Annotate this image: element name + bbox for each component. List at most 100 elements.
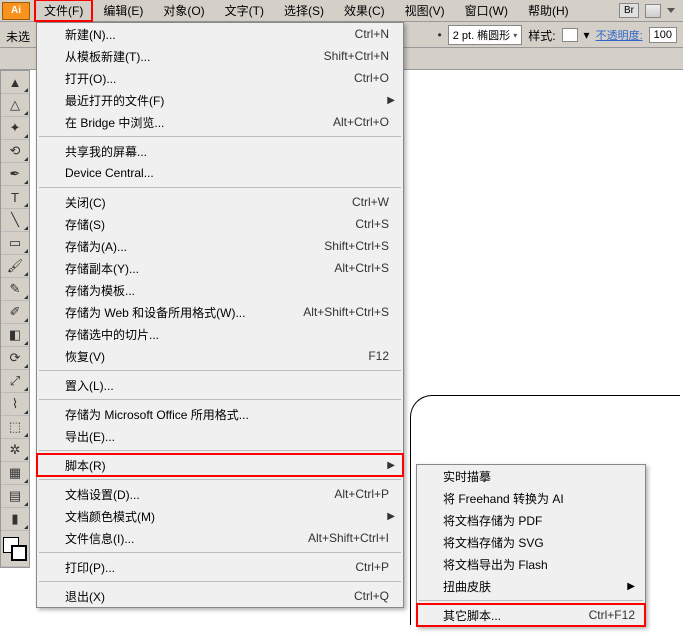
menu-item-label: 导出(E)... <box>65 428 395 445</box>
menu-item-label: 文档颜色模式(M) <box>65 508 383 525</box>
menu-item[interactable]: 导出(E)... <box>37 425 403 447</box>
menu-item-shortcut: Alt+Ctrl+O <box>333 115 395 129</box>
menu-item-label: 存储为模板... <box>65 282 395 299</box>
graph-tool[interactable]: ▦ <box>1 462 29 485</box>
menu-item[interactable]: 在 Bridge 中浏览...Alt+Ctrl+O <box>37 111 403 133</box>
menu-item-shortcut: Ctrl+S <box>355 217 395 231</box>
menu-视图v[interactable]: 视图(V) <box>395 0 455 22</box>
menu-item-label: 存储为 Web 和设备所用格式(W)... <box>65 304 303 321</box>
blob-brush-tool[interactable]: ✐ <box>1 301 29 324</box>
menu-文件f[interactable]: 文件(F) <box>34 0 93 22</box>
menu-item[interactable]: 文档设置(D)...Alt+Ctrl+P <box>37 483 403 505</box>
app-icon: Ai <box>2 2 30 20</box>
menu-窗口w[interactable]: 窗口(W) <box>455 0 518 22</box>
bridge-icon[interactable]: Br <box>619 3 639 18</box>
menu-separator <box>419 600 643 601</box>
menu-item[interactable]: 文档颜色模式(M)▶ <box>37 505 403 527</box>
workspace-dropdown-icon[interactable] <box>667 8 675 13</box>
menu-item-shortcut: Alt+Ctrl+P <box>334 487 395 501</box>
menu-item[interactable]: 新建(N)...Ctrl+N <box>37 23 403 45</box>
style-swatch[interactable] <box>562 28 578 42</box>
menu-item[interactable]: 存储为 Microsoft Office 所用格式... <box>37 403 403 425</box>
menu-separator <box>39 370 401 371</box>
menu-编辑e[interactable]: 编辑(E) <box>93 0 153 22</box>
menu-item-label: 置入(L)... <box>65 377 395 394</box>
stroke-weight-dropdown[interactable]: 2 pt. 椭圆形▾ <box>448 25 522 45</box>
menu-item-shortcut: Ctrl+O <box>354 71 395 85</box>
submenu-item-label: 将文档存储为 PDF <box>443 512 635 529</box>
menu-item[interactable]: 脚本(R)▶ <box>37 454 403 476</box>
pencil-tool[interactable]: ✎ <box>1 278 29 301</box>
paintbrush-tool[interactable]: 🖌 <box>1 255 29 278</box>
submenu-item-label: 将文档存储为 SVG <box>443 534 635 551</box>
menu-文字t[interactable]: 文字(T) <box>215 0 274 22</box>
menu-item[interactable]: 最近打开的文件(F)▶ <box>37 89 403 111</box>
menu-item[interactable]: 退出(X)Ctrl+Q <box>37 585 403 607</box>
menu-item-label: 存储选中的切片... <box>65 326 395 343</box>
menu-对象o[interactable]: 对象(O) <box>153 0 214 22</box>
menu-item[interactable]: 置入(L)... <box>37 374 403 396</box>
submenu-item[interactable]: 将文档导出为 Flash <box>417 553 645 575</box>
style-caret-icon[interactable]: ▾ <box>584 28 590 42</box>
menu-效果c[interactable]: 效果(C) <box>334 0 395 22</box>
submenu-arrow-icon: ▶ <box>383 95 395 106</box>
rotate-tool[interactable]: ⟳ <box>1 347 29 370</box>
menu-item-label: 存储副本(Y)... <box>65 260 334 277</box>
submenu-item[interactable]: 扭曲皮肤▶ <box>417 575 645 597</box>
submenu-item[interactable]: 将文档存储为 SVG <box>417 531 645 553</box>
submenu-item-label: 将 Freehand 转换为 AI <box>443 490 635 507</box>
menu-separator <box>39 187 401 188</box>
menu-item-label: Device Central... <box>65 166 395 180</box>
warp-tool[interactable]: ⌇ <box>1 393 29 416</box>
menu-separator <box>39 581 401 582</box>
type-tool[interactable]: T <box>1 186 29 209</box>
menu-item[interactable]: 恢复(V)F12 <box>37 345 403 367</box>
pen-tool[interactable]: ✒ <box>1 163 29 186</box>
menu-item[interactable]: 存储为 Web 和设备所用格式(W)...Alt+Shift+Ctrl+S <box>37 301 403 323</box>
free-transform-tool[interactable]: ⬚ <box>1 416 29 439</box>
gradient-tool[interactable]: ▮ <box>1 508 29 531</box>
submenu-item[interactable]: 将 Freehand 转换为 AI <box>417 487 645 509</box>
menu-item[interactable]: 存储为(A)...Shift+Ctrl+S <box>37 235 403 257</box>
lasso-tool[interactable]: ⟲ <box>1 140 29 163</box>
arrange-documents-icon[interactable] <box>645 4 661 18</box>
mesh-tool[interactable]: ▤ <box>1 485 29 508</box>
menu-item[interactable]: 打开(O)...Ctrl+O <box>37 67 403 89</box>
menu-item[interactable]: Device Central... <box>37 162 403 184</box>
opacity-label[interactable]: 不透明度: <box>596 27 643 43</box>
menu-item[interactable]: 文件信息(I)...Alt+Shift+Ctrl+I <box>37 527 403 549</box>
menu-item[interactable]: 共享我的屏幕... <box>37 140 403 162</box>
menu-item-shortcut: Ctrl+N <box>355 27 395 41</box>
scale-tool[interactable]: ⤢ <box>1 370 29 393</box>
eraser-tool[interactable]: ◧ <box>1 324 29 347</box>
menu-帮助h[interactable]: 帮助(H) <box>518 0 579 22</box>
menu-item[interactable]: 从模板新建(T)...Shift+Ctrl+N <box>37 45 403 67</box>
submenu-item[interactable]: 将文档存储为 PDF <box>417 509 645 531</box>
menu-item[interactable]: 打印(P)...Ctrl+P <box>37 556 403 578</box>
menu-item[interactable]: 存储副本(Y)...Alt+Ctrl+S <box>37 257 403 279</box>
menu-item-label: 退出(X) <box>65 588 354 605</box>
menu-item[interactable]: 存储选中的切片... <box>37 323 403 345</box>
menu-选择s[interactable]: 选择(S) <box>274 0 334 22</box>
fill-stroke-control[interactable] <box>1 531 29 567</box>
menu-item-label: 文件信息(I)... <box>65 530 308 547</box>
submenu-item[interactable]: 实时描摹 <box>417 465 645 487</box>
selection-tool[interactable]: ▲ <box>1 71 29 94</box>
submenu-item-label: 将文档导出为 Flash <box>443 556 635 573</box>
menu-item-shortcut: Shift+Ctrl+S <box>324 239 395 253</box>
menu-item[interactable]: 存储(S)Ctrl+S <box>37 213 403 235</box>
menu-item-label: 关闭(C) <box>65 194 352 211</box>
submenu-item[interactable]: 其它脚本...Ctrl+F12 <box>417 604 645 626</box>
menu-item[interactable]: 存储为模板... <box>37 279 403 301</box>
menu-item-label: 存储(S) <box>65 216 355 233</box>
menubar-right-icons: Br <box>619 3 683 18</box>
magic-wand-tool[interactable]: ✦ <box>1 117 29 140</box>
tool-panel: ▲△✦⟲✒T╲▭🖌✎✐◧⟳⤢⌇⬚✲▦▤▮ <box>0 70 30 568</box>
direct-selection-tool[interactable]: △ <box>1 94 29 117</box>
symbol-sprayer-tool[interactable]: ✲ <box>1 439 29 462</box>
opacity-input[interactable]: 100 <box>649 27 677 43</box>
menu-item[interactable]: 关闭(C)Ctrl+W <box>37 191 403 213</box>
line-tool[interactable]: ╲ <box>1 209 29 232</box>
rectangle-tool[interactable]: ▭ <box>1 232 29 255</box>
submenu-item-shortcut: Ctrl+F12 <box>589 608 635 622</box>
